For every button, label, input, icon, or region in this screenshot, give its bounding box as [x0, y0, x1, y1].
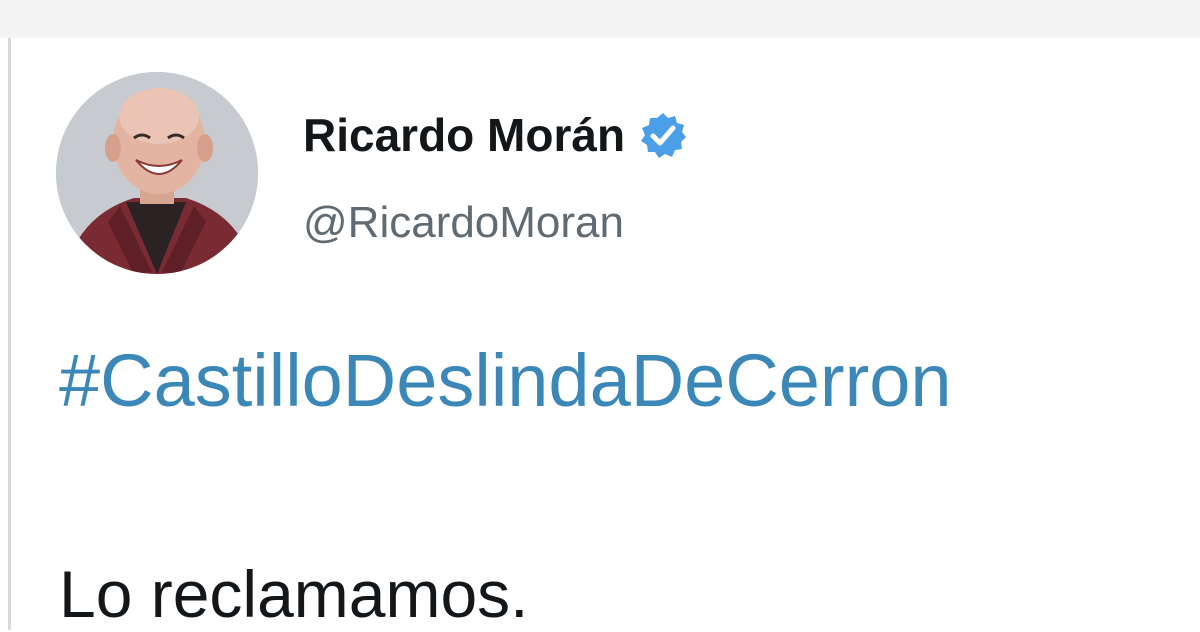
author-avatar[interactable] — [56, 72, 258, 274]
top-bar — [0, 0, 1200, 38]
verified-badge-icon — [639, 111, 687, 159]
author-handle[interactable]: @RicardoMoran — [303, 198, 624, 248]
author-display-name[interactable]: Ricardo Morán — [303, 108, 625, 162]
hashtag-link[interactable]: #CastilloDeslindaDeCerron — [59, 338, 952, 423]
tweet-card: Ricardo Morán @RicardoMoran #CastilloDes… — [11, 38, 1200, 631]
profile-photo-icon — [56, 72, 258, 274]
tweet-text: Lo reclamamos. — [59, 557, 529, 631]
author-name-row[interactable]: Ricardo Morán — [303, 108, 687, 162]
